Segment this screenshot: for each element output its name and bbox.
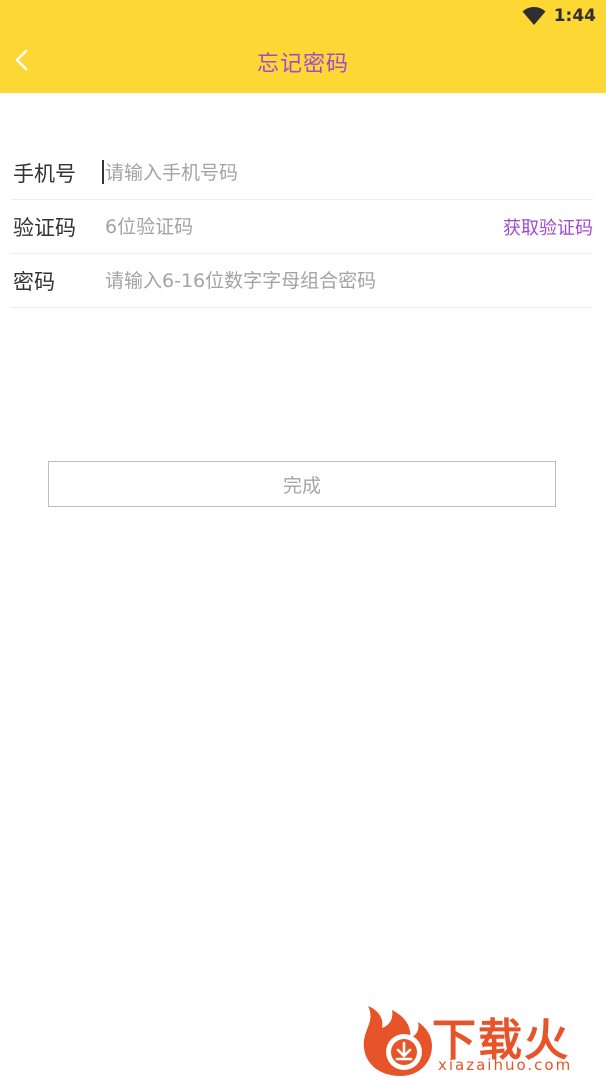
text-cursor xyxy=(102,160,104,184)
phone-label: 手机号 xyxy=(13,161,76,186)
done-button[interactable]: 完成 xyxy=(48,461,556,507)
status-time: 1:44 xyxy=(553,6,596,26)
phone-row: 手机号 xyxy=(11,146,593,200)
password-row: 密码 xyxy=(11,254,593,308)
page-title: 忘记密码 xyxy=(256,52,349,77)
password-label: 密码 xyxy=(13,269,55,294)
status-bar: 1:44 xyxy=(522,4,596,28)
phone-input[interactable] xyxy=(105,161,593,184)
watermark-url: xiazaihuo.com xyxy=(438,1056,573,1074)
verification-code-input[interactable] xyxy=(105,215,503,238)
app-header: 1:44 忘记密码 xyxy=(0,0,606,93)
password-input[interactable] xyxy=(105,269,593,292)
reset-password-form: 手机号 验证码 获取验证码 密码 xyxy=(11,146,593,308)
forgot-password-screen: 1:44 忘记密码 手机号 验证码 获取验证码 密码 完成 xyxy=(0,0,606,1080)
wifi-icon xyxy=(522,6,546,26)
code-label: 验证码 xyxy=(13,215,76,240)
watermark: 下载火 xiazaihuo.com xyxy=(358,1000,604,1078)
code-row: 验证码 获取验证码 xyxy=(11,200,593,254)
get-code-button[interactable]: 获取验证码 xyxy=(503,214,593,240)
